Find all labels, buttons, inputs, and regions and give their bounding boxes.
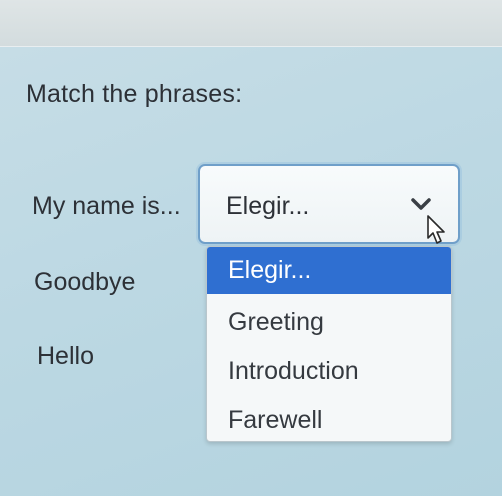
- phrase-label-hello: Hello: [37, 342, 94, 370]
- option-greeting[interactable]: Greeting: [207, 299, 451, 346]
- phrase-label-goodbye: Goodbye: [34, 268, 136, 296]
- answer-select-my-name[interactable]: Elegir...: [198, 164, 460, 244]
- question-instruction: Match the phrases:: [26, 80, 243, 108]
- option-elegir[interactable]: Elegir...: [207, 247, 451, 294]
- option-introduction[interactable]: Introduction: [207, 348, 451, 395]
- mouse-cursor-icon: [427, 215, 445, 244]
- select-value: Elegir...: [226, 192, 310, 220]
- chevron-down-icon: [411, 198, 431, 210]
- select-dropdown-list: Elegir... Greeting Introduction Farewell: [206, 246, 452, 442]
- phrase-label-my-name: My name is...: [32, 192, 181, 220]
- option-farewell[interactable]: Farewell: [207, 397, 451, 441]
- top-bar: [0, 0, 502, 46]
